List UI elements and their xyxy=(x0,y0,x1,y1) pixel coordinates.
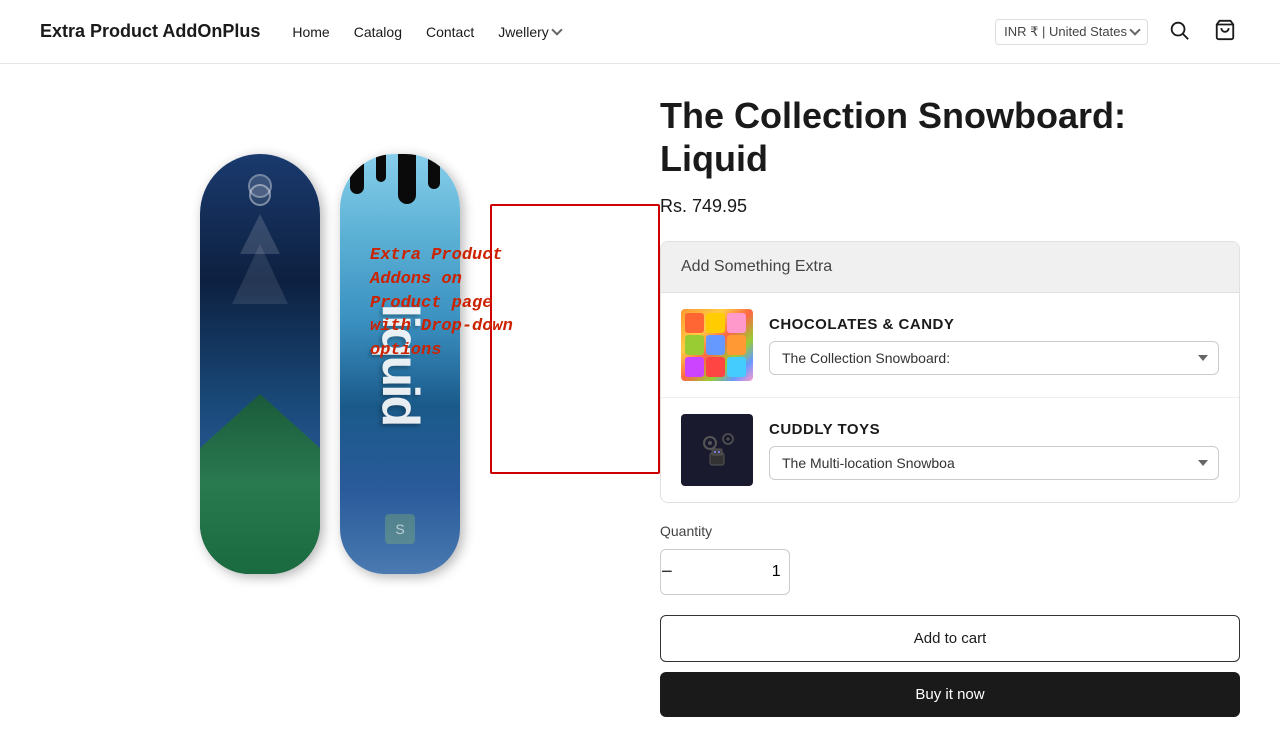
toys-image xyxy=(681,414,753,486)
addon-item-candy: Chocolates & Candy The Collection Snowbo… xyxy=(661,293,1239,398)
toys-addon-info: CUDDLY TOYS The Multi-location Snowboa O… xyxy=(769,421,1219,480)
chevron-down-icon xyxy=(551,24,562,35)
product-title: The Collection Snowboard: Liquid xyxy=(660,94,1240,180)
snowboard-container: ❋ liquid S Extra ProductAddons onProduct… xyxy=(60,104,600,624)
search-icon xyxy=(1168,19,1190,44)
toys-addon-select[interactable]: The Multi-location Snowboa Option 2 xyxy=(769,446,1219,480)
main-nav: Home Catalog Contact Jwellery xyxy=(292,24,560,40)
add-to-cart-button[interactable]: Add to cart xyxy=(660,615,1240,662)
annotation-text: Extra ProductAddons onProduct pagewith D… xyxy=(370,244,530,363)
nav-home[interactable]: Home xyxy=(292,24,329,40)
product-details: The Collection Snowboard: Liquid Rs. 749… xyxy=(660,84,1240,717)
candy-image xyxy=(681,309,753,381)
quantity-control: − + xyxy=(660,549,790,595)
candy-thumbnail xyxy=(681,309,753,381)
cart-button[interactable] xyxy=(1210,15,1240,48)
main-content: ❋ liquid S Extra ProductAddons onProduct… xyxy=(0,64,1280,737)
snowboard-right: liquid S xyxy=(340,154,460,574)
nav-catalog[interactable]: Catalog xyxy=(354,24,402,40)
candy-addon-info: Chocolates & Candy The Collection Snowbo… xyxy=(769,316,1219,375)
addon-section-header: Add Something Extra xyxy=(661,242,1239,293)
toys-thumbnail xyxy=(681,414,753,486)
product-price: Rs. 749.95 xyxy=(660,196,1240,217)
addon-item-toys: CUDDLY TOYS The Multi-location Snowboa O… xyxy=(661,398,1239,502)
quantity-input[interactable] xyxy=(673,563,790,581)
quantity-label: Quantity xyxy=(660,523,1240,539)
chevron-down-icon xyxy=(1129,24,1140,35)
nav-contact[interactable]: Contact xyxy=(426,24,474,40)
buy-now-button[interactable]: Buy it now xyxy=(660,672,1240,717)
candy-addon-select[interactable]: The Collection Snowboard: Option 2 xyxy=(769,341,1219,375)
nav-jwellery[interactable]: Jwellery xyxy=(498,24,561,40)
toys-addon-name: CUDDLY TOYS xyxy=(769,421,1219,438)
snowboard-left: ❋ xyxy=(200,154,320,574)
product-image-area: ❋ liquid S Extra ProductAddons onProduct… xyxy=(40,84,620,717)
cart-icon xyxy=(1214,19,1236,44)
site-header: Extra Product AddOnPlus Home Catalog Con… xyxy=(0,0,1280,64)
addon-section: Add Something Extra xyxy=(660,241,1240,503)
locale-selector[interactable]: INR ₹ | United States xyxy=(995,19,1148,45)
quantity-decrease-button[interactable]: − xyxy=(661,550,673,594)
site-logo[interactable]: Extra Product AddOnPlus xyxy=(40,21,260,42)
search-button[interactable] xyxy=(1164,15,1194,48)
candy-addon-name: Chocolates & Candy xyxy=(769,316,1219,333)
